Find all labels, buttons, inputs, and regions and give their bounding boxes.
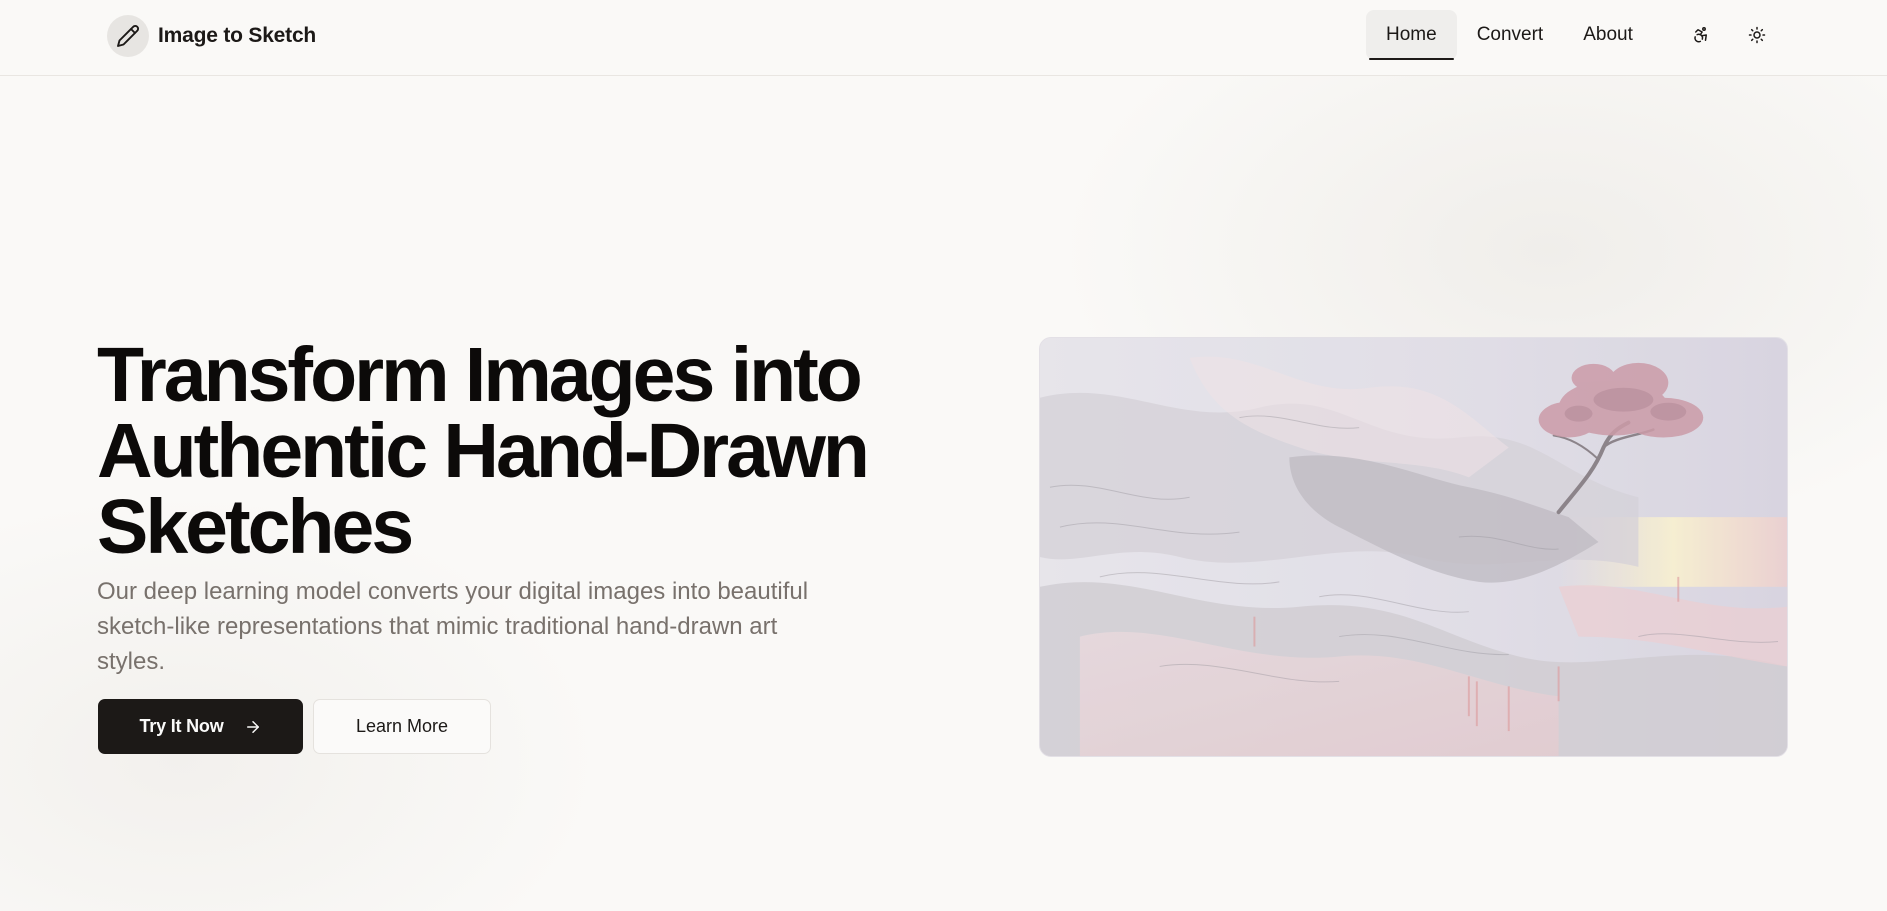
sun-icon [1748,26,1766,44]
accessibility-icon [1694,27,1707,43]
hero-title-line-2: Authentic Hand-Drawn [97,408,870,494]
brand[interactable]: Image to Sketch [107,15,316,57]
hero-title: Transform Images into Authentic Hand-Dra… [97,332,957,570]
pencil-icon [107,15,149,57]
try-it-now-button[interactable]: Try It Now [98,699,303,754]
accessibility-button[interactable] [1673,10,1729,60]
theme-toggle-button[interactable] [1729,10,1785,60]
page: Image to Sketch Home Convert About Trans… [0,0,1887,911]
try-it-now-label: Try It Now [139,716,224,736]
hero-title-line-1: Transform Images into [97,332,863,418]
arrow-right-icon [246,720,259,733]
nav-convert[interactable]: Convert [1457,10,1564,60]
brand-name: Image to Sketch [158,24,317,47]
hero-sketch-image [1039,337,1788,757]
hero-subtitle: Our deep learning model converts your di… [97,578,809,675]
nav-about[interactable]: About [1563,10,1653,60]
site-header: Image to Sketch Home Convert About [0,0,1887,76]
sketch-illustration [1040,338,1787,756]
hero-title-line-3: Sketches [97,484,414,570]
learn-more-button[interactable]: Learn More [313,699,491,754]
nav-home[interactable]: Home [1366,10,1457,60]
main-nav: Home Convert About [1366,10,1785,60]
